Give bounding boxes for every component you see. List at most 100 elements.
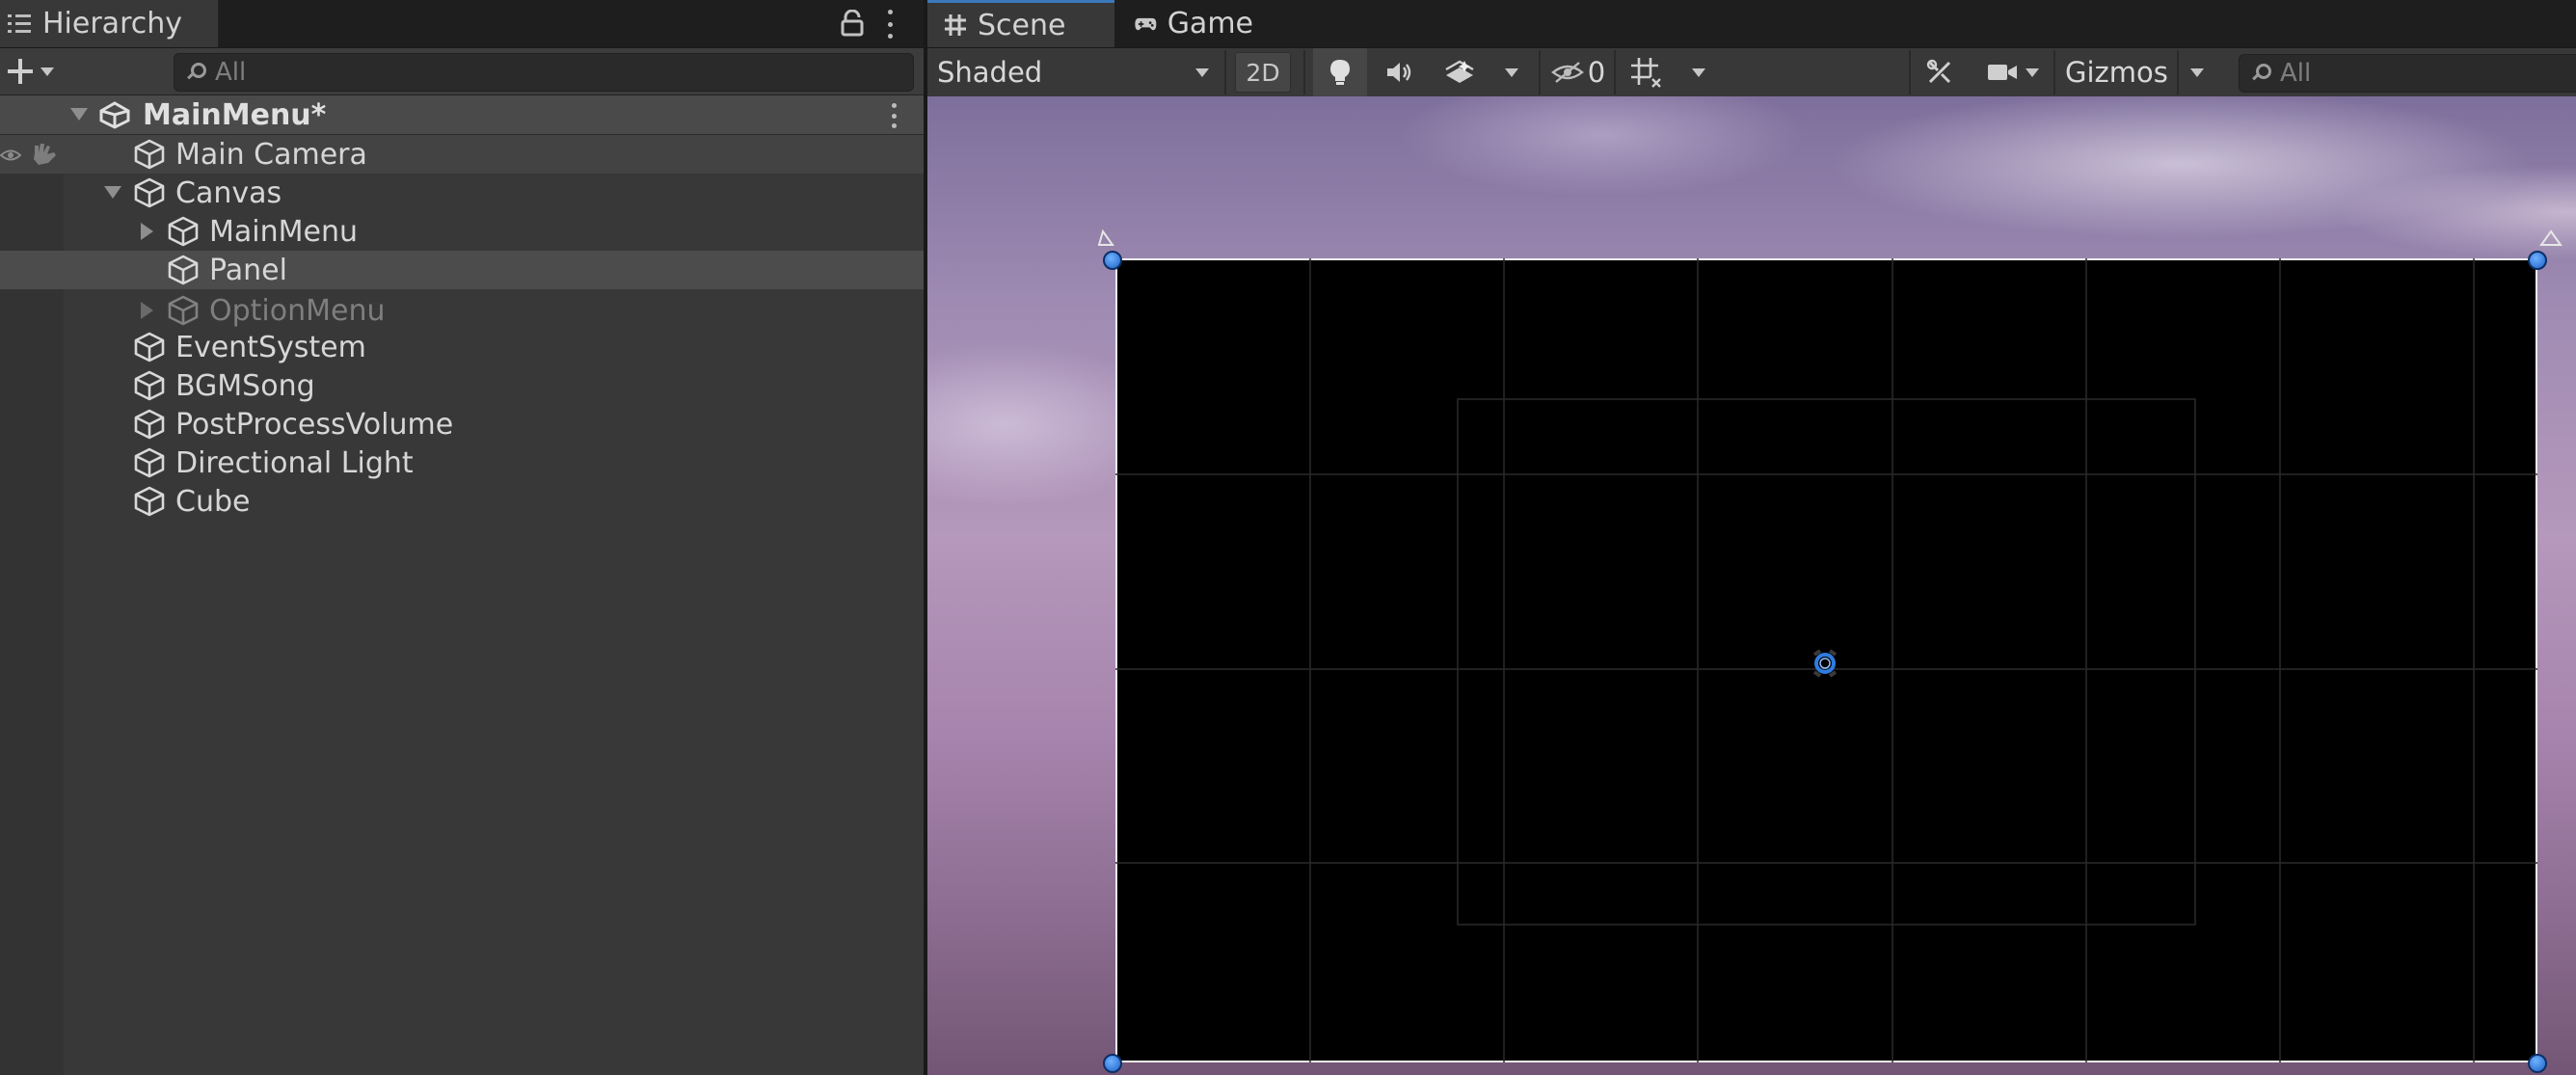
draw-mode-value: Shaded — [937, 56, 1043, 89]
resize-handle-bottom-left[interactable] — [1103, 1054, 1122, 1073]
tools-icon — [1926, 59, 1951, 84]
gameobject-cube-icon — [168, 255, 199, 285]
resize-handle-top-right[interactable] — [2528, 251, 2547, 270]
row-label: EventSystem — [175, 330, 366, 364]
gizmos-toggle[interactable]: Gizmos — [2057, 48, 2183, 96]
chevron-down-icon — [1692, 67, 1705, 77]
hierarchy-row-eventsystem[interactable]: EventSystem — [0, 328, 924, 366]
lighting-toggle-button[interactable] — [1313, 48, 1367, 96]
chevron-down-icon — [2026, 67, 2039, 77]
hierarchy-row-optionmenu[interactable]: OptionMenu — [0, 291, 924, 330]
row-label: Main Camera — [175, 137, 367, 172]
row-label: Panel — [209, 253, 287, 287]
hierarchy-search-input[interactable] — [215, 58, 806, 87]
grid-dropdown[interactable] — [1679, 48, 1718, 96]
toolbar-divider — [1539, 50, 1541, 94]
lock-icon[interactable] — [840, 10, 865, 37]
gizmos-dropdown[interactable] — [2181, 48, 2214, 96]
camera-settings-dropdown[interactable] — [1976, 48, 2050, 96]
scene-header-row[interactable]: MainMenu* — [0, 95, 924, 135]
toolbar-divider — [2177, 50, 2179, 94]
toolbar-divider — [1614, 50, 1616, 94]
foldout-arrow-icon[interactable] — [70, 108, 88, 121]
2d-toggle-button[interactable]: 2D — [1234, 48, 1292, 96]
hierarchy-search-field[interactable] — [174, 53, 914, 92]
hierarchy-row-canvas[interactable]: Canvas — [0, 174, 924, 212]
gameobject-cube-icon — [168, 216, 199, 247]
grid-snap-toggle[interactable] — [1622, 48, 1670, 96]
scene-search-input[interactable] — [2280, 59, 2558, 88]
row-label: OptionMenu — [209, 293, 386, 328]
gameobject-cube-icon — [134, 370, 165, 401]
tab-scene[interactable]: Scene — [927, 0, 1114, 47]
foldout-arrow-icon[interactable] — [141, 302, 153, 319]
gizmos-label: Gizmos — [2065, 56, 2168, 89]
chevron-down-icon — [40, 67, 54, 76]
scene-kebab-menu-icon[interactable] — [889, 103, 899, 128]
hidden-eye-icon — [1550, 62, 1584, 83]
hierarchy-row-directional-light[interactable]: Directional Light — [0, 443, 924, 482]
gameobject-cube-icon — [134, 139, 165, 170]
gameobject-cube-icon — [168, 295, 199, 326]
row-label: MainMenu — [209, 214, 358, 249]
gameobject-cube-icon — [134, 409, 165, 440]
effects-icon — [1445, 60, 1474, 83]
gamepad-icon — [1135, 17, 1157, 30]
hierarchy-title: Hierarchy — [42, 7, 183, 40]
resize-handle-top-left[interactable] — [1103, 251, 1122, 270]
gameobject-cube-icon — [134, 177, 165, 208]
hierarchy-row-mainmenu[interactable]: MainMenu — [0, 212, 924, 251]
hierarchy-row-bgmsong[interactable]: BGMSong — [0, 366, 924, 405]
lightbulb-icon — [1330, 60, 1350, 85]
gameobject-cube-icon — [134, 486, 165, 517]
plus-icon — [8, 59, 33, 84]
tab-game[interactable]: Game — [1118, 0, 1253, 47]
gameobject-cube-icon — [134, 447, 165, 478]
grid-icon — [945, 14, 966, 36]
foldout-arrow-icon[interactable] — [141, 223, 153, 240]
hierarchy-row-main-camera[interactable]: Main Camera — [0, 135, 924, 174]
chevron-down-icon — [2190, 67, 2204, 77]
chevron-down-icon — [1195, 67, 1209, 77]
hierarchy-row-postprocessvolume[interactable]: PostProcessVolume — [0, 405, 924, 443]
visibility-eye-icon[interactable] — [0, 145, 21, 166]
row-label: Directional Light — [175, 445, 414, 480]
unity-scene-icon — [99, 101, 130, 129]
row-label: Canvas — [175, 175, 282, 210]
hierarchy-row-panel[interactable]: Panel — [0, 251, 924, 289]
effects-dropdown[interactable] — [1490, 48, 1533, 96]
audio-icon — [1387, 63, 1411, 82]
camera-icon — [1988, 65, 2017, 80]
foldout-arrow-icon[interactable] — [104, 186, 121, 199]
scene-search-field[interactable] — [2239, 54, 2576, 93]
search-icon — [2251, 64, 2271, 83]
chevron-down-icon — [1505, 67, 1518, 77]
kebab-menu-icon[interactable] — [885, 10, 895, 39]
toolbar-divider — [1303, 50, 1305, 94]
row-label: Cube — [175, 484, 251, 519]
scene-name: MainMenu* — [143, 97, 327, 132]
row-label: BGMSong — [175, 368, 315, 403]
2d-toggle-label: 2D — [1235, 52, 1291, 93]
gameobject-cube-icon — [134, 332, 165, 363]
effects-toggle-button[interactable] — [1431, 48, 1489, 96]
toolbar-divider — [1909, 50, 1911, 94]
search-icon — [186, 63, 206, 82]
audio-toggle-button[interactable] — [1373, 48, 1425, 96]
draw-mode-dropdown[interactable]: Shaded — [927, 48, 1219, 96]
toolbar-divider — [1224, 50, 1226, 94]
toolbar-divider — [2053, 50, 2055, 94]
create-button[interactable] — [4, 54, 62, 89]
tab-game-label: Game — [1167, 7, 1253, 40]
hidden-objects-toggle[interactable]: 0 — [1546, 48, 1610, 96]
tab-scene-label: Scene — [978, 8, 1066, 42]
hierarchy-row-cube[interactable]: Cube — [0, 482, 924, 521]
tab-hierarchy[interactable]: Hierarchy — [0, 0, 219, 47]
pivot-handle-icon[interactable] — [1811, 649, 1839, 678]
grid-snap-icon — [1631, 58, 1661, 88]
resize-handle-bottom-right[interactable] — [2528, 1054, 2547, 1073]
tools-button[interactable] — [1917, 48, 1963, 96]
pickable-hand-icon[interactable] — [29, 142, 60, 167]
hidden-count: 0 — [1587, 56, 1606, 89]
row-label: PostProcessVolume — [175, 407, 454, 442]
